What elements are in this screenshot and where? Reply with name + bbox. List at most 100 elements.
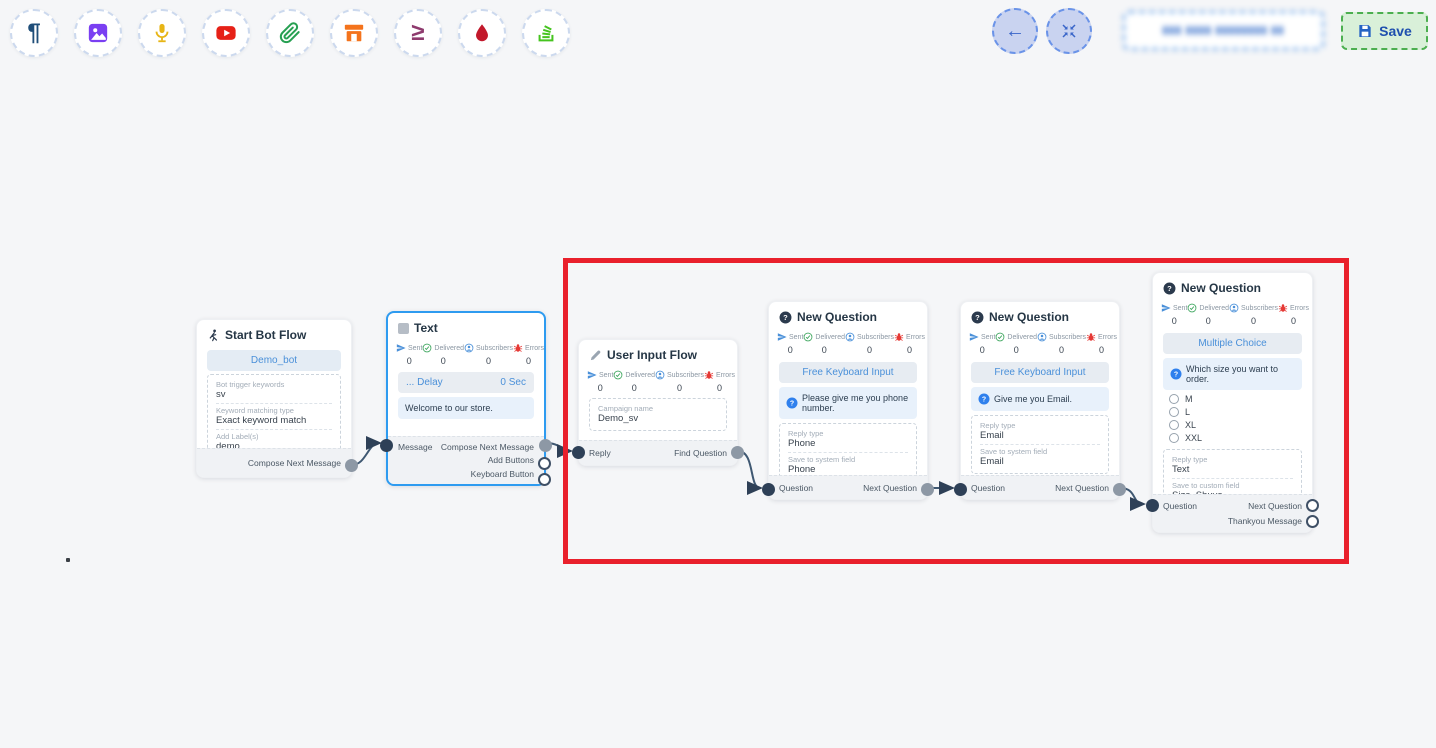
node-title: Text — [414, 321, 438, 335]
field-label: Reply type — [980, 421, 1100, 430]
field-label: Keyword matching type — [216, 406, 332, 415]
question-settings-box[interactable]: Reply typePhone Save to system fieldPhon… — [779, 423, 917, 482]
field-value: sv — [216, 389, 332, 400]
field-value: Demo_sv — [598, 413, 718, 424]
delivered-icon — [803, 332, 813, 342]
connector-label-compose-next-message: Compose Next Message — [248, 458, 341, 468]
option-radio[interactable]: XXL — [1169, 433, 1312, 443]
toolbar-button-file[interactable] — [266, 9, 314, 57]
back-arrow-icon: ← — [1005, 21, 1025, 41]
port-reply-in[interactable] — [572, 446, 585, 459]
port-compose-next-message-out[interactable] — [539, 439, 552, 452]
fit-view-button[interactable] — [1046, 8, 1092, 54]
question-preview[interactable]: Which size you want to order. — [1163, 358, 1302, 390]
reply-type-pill[interactable]: Free Keyboard Input — [779, 362, 917, 383]
port-add-buttons-out[interactable] — [538, 457, 551, 470]
field-label: Add Label(s) — [216, 432, 332, 441]
connector-label-next-question: Next Question — [863, 483, 917, 493]
toolbar-button-greater-equal[interactable]: ≥ — [394, 9, 442, 57]
delivered-icon — [613, 370, 623, 380]
text-block-icon — [398, 323, 409, 334]
node-new-question-size[interactable]: New Question Sent0 Delivered0 Subscriber… — [1152, 272, 1313, 533]
flow-builder-canvas[interactable]: ¶ ≥ ← Save Start Bot Flow Demo_bot Bot t — [0, 0, 1436, 748]
sent-icon — [1161, 303, 1171, 313]
stats-row: Sent0 Delivered0 Subscribers0 Errors0 — [1153, 298, 1312, 328]
question-icon — [971, 311, 984, 324]
question-preview[interactable]: Give me you Email. — [971, 387, 1109, 411]
connector-label-reply-in: Reply — [589, 448, 611, 458]
port-next-question-out[interactable] — [921, 483, 934, 496]
radio-icon — [1169, 420, 1179, 430]
radio-icon — [1169, 433, 1179, 443]
save-button[interactable]: Save — [1341, 12, 1428, 50]
connector-label-next-question: Next Question — [1055, 483, 1109, 493]
toolbar-button-droplet[interactable] — [458, 9, 506, 57]
greater-equal-icon: ≥ — [411, 21, 424, 45]
reply-type-pill[interactable]: Free Keyboard Input — [971, 362, 1109, 383]
field-value: Email — [980, 456, 1100, 467]
node-new-question-email[interactable]: New Question Sent0 Delivered0 Subscriber… — [960, 301, 1120, 500]
errors-icon — [894, 332, 904, 342]
toolbar-button-pilcrow[interactable]: ¶ — [10, 9, 58, 57]
node-start-bot-flow[interactable]: Start Bot Flow Demo_bot Bot trigger keyw… — [196, 319, 352, 478]
run-person-icon — [207, 329, 220, 342]
campaign-box[interactable]: Campaign nameDemo_sv — [589, 398, 727, 431]
delivered-icon — [1187, 303, 1197, 313]
stray-dot — [66, 558, 70, 562]
delivered-icon — [422, 343, 432, 353]
subscribers-icon — [1229, 303, 1239, 313]
sent-icon — [969, 332, 979, 342]
save-icon — [1357, 23, 1373, 39]
port-message-in[interactable] — [380, 439, 393, 452]
sent-icon — [396, 343, 406, 353]
subscribers-icon — [845, 332, 855, 342]
node-user-input-flow[interactable]: User Input Flow Sent0 Delivered0 Subscri… — [578, 339, 738, 466]
flow-name-field[interactable] — [1123, 11, 1324, 50]
youtube-icon — [215, 22, 237, 44]
start-settings-box[interactable]: Bot trigger keywordssv Keyword matching … — [207, 374, 341, 459]
radio-icon — [1169, 407, 1179, 417]
delivered-icon — [995, 332, 1005, 342]
field-value: Exact keyword match — [216, 415, 332, 426]
toolbar-button-stack[interactable] — [522, 9, 570, 57]
toolbar-button-store[interactable] — [330, 9, 378, 57]
port-next-question-out[interactable] — [1113, 483, 1126, 496]
toolbar-button-video[interactable] — [202, 9, 250, 57]
port-compose-next-message-out[interactable] — [345, 459, 358, 472]
port-keyboard-button-out[interactable] — [538, 473, 551, 486]
option-radio[interactable]: M — [1169, 394, 1312, 404]
node-text-message[interactable]: Text Sent0 Delivered0 Subscribers0 Error… — [386, 311, 546, 486]
delay-row[interactable]: ... Delay0 Sec — [398, 372, 534, 393]
delay-value: 0 Sec — [500, 377, 526, 388]
option-radio[interactable]: XL — [1169, 420, 1312, 430]
port-question-in[interactable] — [1146, 499, 1159, 512]
question-preview[interactable]: Please give me you phone number. — [779, 387, 917, 419]
message-preview[interactable]: Welcome to our store. — [398, 397, 534, 419]
port-next-question-out[interactable] — [1306, 499, 1319, 512]
port-thankyou-message-out[interactable] — [1306, 515, 1319, 528]
errors-icon — [704, 370, 714, 380]
errors-icon — [1086, 332, 1096, 342]
question-icon — [978, 393, 990, 405]
back-button[interactable]: ← — [992, 8, 1038, 54]
radio-icon — [1169, 394, 1179, 404]
field-value: Text — [1172, 464, 1293, 475]
connector-label-message-in: Message — [398, 442, 433, 452]
node-new-question-phone[interactable]: New Question Sent0 Delivered0 Subscriber… — [768, 301, 928, 500]
bot-name-pill[interactable]: Demo_bot — [207, 350, 341, 371]
stats-row: Sent0 Delivered0 Subscribers0 Errors0 — [579, 365, 737, 395]
stats-row: Sent0 Delivered0 Subscribers0 Errors0 — [388, 338, 544, 368]
connector-label-question-in: Question — [1163, 501, 1197, 511]
toolbar-button-audio[interactable] — [138, 9, 186, 57]
droplet-icon — [471, 22, 493, 44]
port-find-question-out[interactable] — [731, 446, 744, 459]
connector-label-next-question: Next Question — [1248, 501, 1302, 511]
reply-type-pill[interactable]: Multiple Choice — [1163, 333, 1302, 354]
option-radio[interactable]: L — [1169, 407, 1312, 417]
question-settings-box[interactable]: Reply typeEmail Save to system fieldEmai… — [971, 415, 1109, 474]
sent-icon — [587, 370, 597, 380]
field-value: Phone — [788, 464, 908, 475]
port-question-in[interactable] — [954, 483, 967, 496]
toolbar-button-image[interactable] — [74, 9, 122, 57]
port-question-in[interactable] — [762, 483, 775, 496]
